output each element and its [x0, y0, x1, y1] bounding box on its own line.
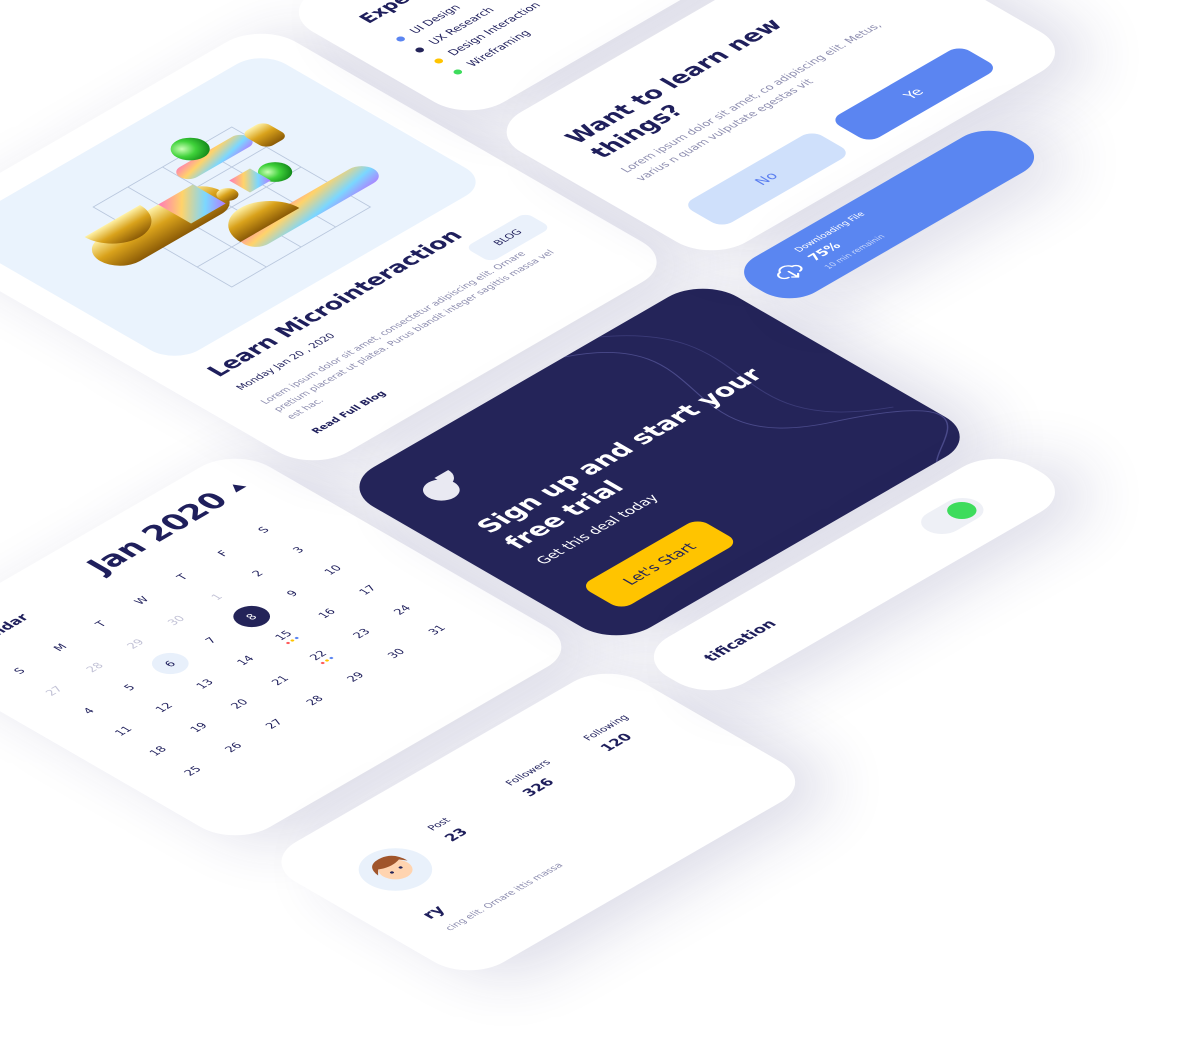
day-number: 28 [302, 693, 327, 707]
day-number: 2 [248, 568, 266, 579]
day-number: 29 [343, 669, 367, 684]
day-number: 27 [262, 716, 286, 731]
expertise-legend: UI Design UX Research Design Interaction Wi… [388, 0, 567, 79]
event-dot [294, 636, 300, 640]
day-number: 3 [289, 544, 307, 555]
day-number: 23 [349, 626, 373, 640]
event-dot [320, 661, 326, 665]
day-number: 17 [355, 583, 379, 597]
profile-bio: cing elit. Ornare ittis massa [443, 861, 566, 933]
day-number: 28 [82, 660, 107, 675]
event-dot [289, 639, 295, 642]
day-number: 16 [314, 606, 339, 621]
day-number: 24 [390, 602, 414, 617]
day-number: 25 [180, 763, 205, 778]
month-dropdown-icon[interactable] [227, 481, 247, 493]
day-number: 4 [79, 705, 98, 716]
legend-dot [413, 46, 426, 54]
day-number: 30 [164, 613, 188, 628]
day-number: 7 [201, 635, 220, 646]
day-number: 1 [207, 591, 226, 602]
calendar-grid: S M T W T F S 27 28 29 30 1 2 3 4 5 6 7 8 9 10 11 12 13 14 15 16 17… [0, 509, 473, 791]
legend-dot [432, 57, 445, 65]
day-number: 13 [192, 677, 217, 691]
toggle-knob [941, 498, 983, 523]
notification-toggle[interactable] [912, 492, 993, 539]
avatar-illustration [372, 855, 413, 880]
cloud-download-icon [777, 264, 803, 280]
day-number: 27 [42, 684, 66, 698]
brand-logo-icon [422, 470, 460, 501]
day-number: 20 [227, 696, 251, 711]
day-number: 14 [233, 653, 257, 668]
day-number: 31 [424, 622, 449, 637]
day-number: 8 [225, 601, 278, 632]
day-number: 12 [152, 700, 176, 715]
post-count: 23 [441, 826, 473, 844]
day-number: 11 [111, 724, 135, 738]
canvas: Calendar Jan 2020 S M T W T F S 27 28 29 30 1 2 3 4 5 6 7… [0, 0, 1188, 1063]
avatar[interactable] [343, 839, 448, 900]
event-dot [328, 656, 334, 660]
legend-dot [451, 68, 464, 76]
day-number: 10 [320, 563, 345, 577]
day-number: 5 [120, 682, 138, 693]
event-dot [285, 641, 291, 645]
notification-label: tification [699, 617, 781, 664]
day-number: 18 [146, 743, 170, 758]
day-number: 19 [186, 720, 211, 734]
event-dot [324, 658, 330, 662]
profile-name: ry [417, 902, 450, 922]
day-number: 26 [221, 740, 245, 754]
legend-dot [394, 35, 407, 43]
day-number: 9 [283, 588, 301, 599]
day-number: 29 [123, 637, 147, 651]
day-number: 21 [268, 673, 292, 687]
day-number: 30 [384, 646, 408, 660]
day-number: 6 [143, 648, 196, 679]
